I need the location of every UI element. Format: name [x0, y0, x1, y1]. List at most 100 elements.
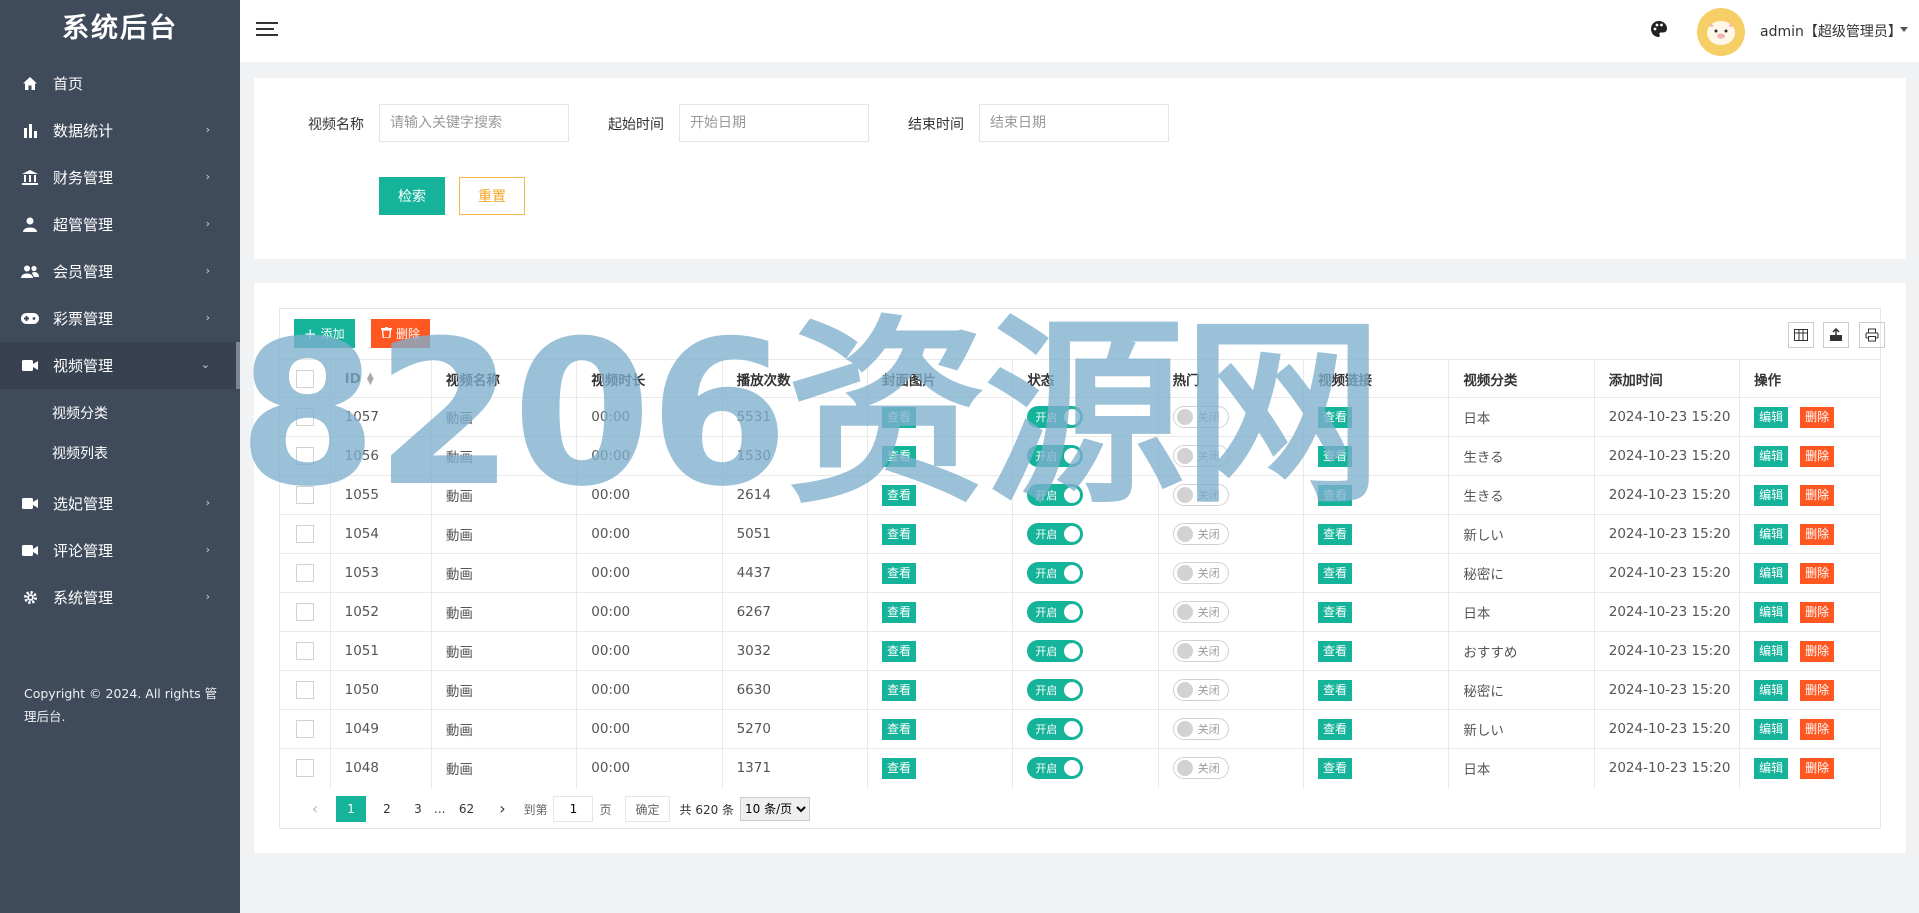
sidebar-item-selection[interactable]: 选妃管理 ›	[0, 480, 240, 527]
view-link-button[interactable]: 查看	[1318, 718, 1353, 740]
delete-button[interactable]: 删除	[1800, 640, 1835, 662]
view-link-button[interactable]: 查看	[1318, 679, 1353, 701]
page-size-select[interactable]: 10 条/页	[740, 797, 811, 821]
sidebar-item-video[interactable]: 视频管理 ⌄	[0, 342, 240, 389]
sort-icon[interactable]: ▲ ▼	[367, 371, 374, 386]
page-button[interactable]: 62	[451, 796, 481, 822]
view-cover-button[interactable]: 查看	[881, 445, 916, 467]
sidebar-item-comments[interactable]: 评论管理 ›	[0, 527, 240, 574]
page-button[interactable]: 2	[372, 796, 402, 822]
row-checkbox[interactable]	[296, 759, 314, 778]
delete-button[interactable]: 删除	[1800, 523, 1835, 545]
status-toggle[interactable]: 开启	[1027, 406, 1084, 428]
hot-toggle[interactable]: 关闭	[1172, 405, 1229, 428]
select-all-checkbox-cell[interactable]	[280, 359, 331, 398]
sidebar-item-stats[interactable]: 数据统计 ›	[0, 107, 240, 154]
status-toggle[interactable]: 开启	[1027, 679, 1084, 701]
row-checkbox[interactable]	[296, 447, 314, 465]
row-checkbox-cell[interactable]	[280, 748, 331, 788]
row-checkbox[interactable]	[296, 603, 314, 621]
row-checkbox[interactable]	[296, 681, 314, 699]
edit-button[interactable]: 编辑	[1754, 484, 1789, 506]
page-button[interactable]: 3	[408, 796, 428, 822]
hot-toggle[interactable]: 关闭	[1172, 444, 1229, 467]
view-link-button[interactable]: 查看	[1318, 562, 1353, 584]
delete-button[interactable]: 删除	[1800, 601, 1835, 623]
view-cover-button[interactable]: 查看	[881, 406, 916, 428]
select-all-checkbox[interactable]	[296, 369, 314, 388]
view-link-button[interactable]: 查看	[1318, 523, 1353, 545]
status-toggle[interactable]: 开启	[1027, 562, 1084, 584]
sidebar-item-admin[interactable]: 超管管理 ›	[0, 201, 240, 248]
row-checkbox[interactable]	[296, 408, 314, 426]
page-button[interactable]: 1	[336, 796, 366, 822]
row-checkbox-cell[interactable]	[280, 475, 331, 515]
view-cover-button[interactable]: 查看	[881, 679, 916, 701]
delete-button[interactable]: 删除	[1800, 484, 1835, 506]
hot-toggle[interactable]: 关闭	[1172, 522, 1229, 545]
status-toggle[interactable]: 开启	[1027, 523, 1084, 545]
edit-button[interactable]: 编辑	[1754, 757, 1789, 779]
status-toggle[interactable]: 开启	[1027, 484, 1084, 506]
edit-button[interactable]: 编辑	[1754, 679, 1789, 701]
view-link-button[interactable]: 查看	[1318, 445, 1353, 467]
delete-button[interactable]: 删除	[1800, 562, 1835, 584]
edit-button[interactable]: 编辑	[1754, 562, 1789, 584]
status-toggle[interactable]: 开启	[1027, 718, 1084, 740]
delete-button[interactable]: 删除	[1800, 445, 1835, 467]
hot-toggle[interactable]: 关闭	[1172, 483, 1229, 506]
reset-button[interactable]: 重置	[459, 177, 525, 215]
row-checkbox-cell[interactable]	[280, 670, 331, 710]
print-icon[interactable]	[1859, 322, 1885, 348]
view-cover-button[interactable]: 查看	[881, 562, 916, 584]
status-toggle[interactable]: 开启	[1027, 757, 1084, 780]
status-toggle[interactable]: 开启	[1027, 640, 1084, 662]
delete-button[interactable]: 删除	[1800, 718, 1835, 740]
edit-button[interactable]: 编辑	[1754, 445, 1789, 467]
view-cover-button[interactable]: 查看	[881, 757, 916, 779]
row-checkbox-cell[interactable]	[280, 397, 331, 437]
delete-button[interactable]: 删除	[1800, 757, 1835, 779]
view-link-button[interactable]: 查看	[1318, 484, 1353, 506]
edit-button[interactable]: 编辑	[1754, 601, 1789, 623]
view-link-button[interactable]: 查看	[1318, 757, 1353, 779]
export-icon[interactable]	[1823, 322, 1849, 348]
palette-icon[interactable]	[1650, 20, 1670, 40]
view-link-button[interactable]: 查看	[1318, 601, 1353, 623]
user-name[interactable]: admin【超级管理员】	[1760, 21, 1902, 41]
hot-toggle[interactable]: 关闭	[1172, 639, 1229, 662]
view-cover-button[interactable]: 查看	[881, 718, 916, 740]
row-checkbox[interactable]	[296, 564, 314, 582]
view-cover-button[interactable]: 查看	[881, 601, 916, 623]
view-link-button[interactable]: 查看	[1318, 640, 1353, 662]
edit-button[interactable]: 编辑	[1754, 406, 1789, 428]
status-toggle[interactable]: 开启	[1027, 601, 1084, 623]
row-checkbox-cell[interactable]	[280, 592, 331, 632]
search-button[interactable]: 检索	[379, 177, 445, 215]
sidebar-item-home[interactable]: 首页	[0, 60, 240, 107]
row-checkbox[interactable]	[296, 486, 314, 504]
row-checkbox-cell[interactable]	[280, 514, 331, 554]
edit-button[interactable]: 编辑	[1754, 523, 1789, 545]
row-checkbox-cell[interactable]	[280, 709, 331, 749]
menu-toggle-icon[interactable]	[256, 22, 278, 38]
row-checkbox-cell[interactable]	[280, 631, 331, 671]
add-button[interactable]: + 添加	[294, 319, 355, 348]
row-checkbox-cell[interactable]	[280, 553, 331, 593]
hot-toggle[interactable]: 关闭	[1172, 717, 1229, 740]
sidebar-item-members[interactable]: 会员管理 ›	[0, 248, 240, 295]
hot-toggle[interactable]: 关闭	[1172, 756, 1229, 779]
view-cover-button[interactable]: 查看	[881, 640, 916, 662]
end-date-input[interactable]	[979, 104, 1169, 142]
columns-icon[interactable]	[1788, 322, 1814, 348]
hot-toggle[interactable]: 关闭	[1172, 678, 1229, 701]
delete-button[interactable]: 删除	[1800, 679, 1835, 701]
hot-toggle[interactable]: 关闭	[1172, 561, 1229, 584]
prev-page-icon[interactable]: ‹	[300, 796, 330, 822]
start-date-input[interactable]	[679, 104, 869, 142]
row-checkbox[interactable]	[296, 642, 314, 660]
goto-confirm-button[interactable]: 确定	[625, 796, 670, 822]
sidebar-item-system[interactable]: 系统管理 ›	[0, 574, 240, 621]
view-cover-button[interactable]: 查看	[881, 523, 916, 545]
view-link-button[interactable]: 查看	[1318, 406, 1353, 428]
